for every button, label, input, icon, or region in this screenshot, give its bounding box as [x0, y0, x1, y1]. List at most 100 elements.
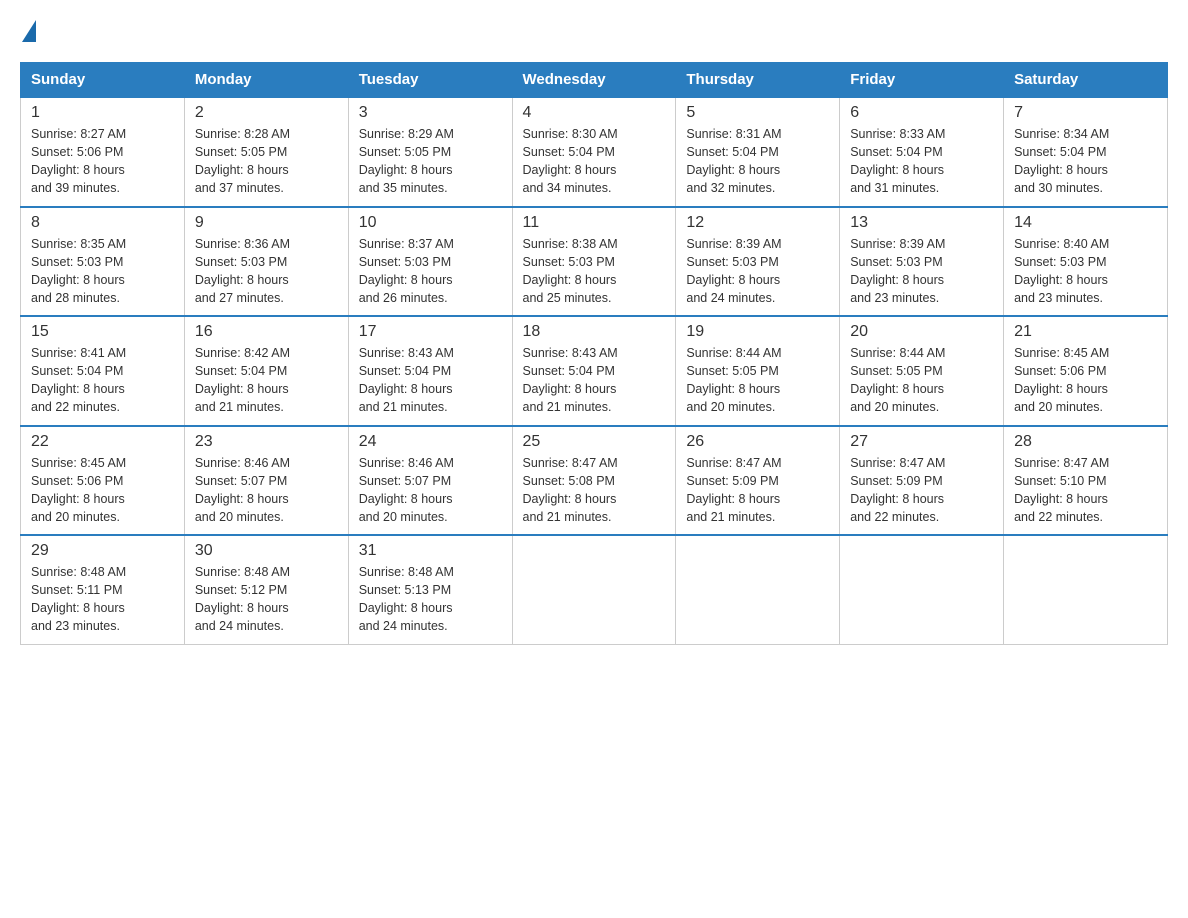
day-number: 15 [31, 323, 174, 341]
day-number: 25 [523, 433, 666, 451]
day-of-week-header: Sunday [21, 63, 185, 98]
calendar-day-cell: 22 Sunrise: 8:45 AM Sunset: 5:06 PM Dayl… [21, 426, 185, 536]
day-info: Sunrise: 8:47 AM Sunset: 5:08 PM Dayligh… [523, 454, 666, 527]
day-info: Sunrise: 8:27 AM Sunset: 5:06 PM Dayligh… [31, 125, 174, 198]
calendar-day-cell: 24 Sunrise: 8:46 AM Sunset: 5:07 PM Dayl… [348, 426, 512, 536]
day-info: Sunrise: 8:44 AM Sunset: 5:05 PM Dayligh… [850, 344, 993, 417]
day-info: Sunrise: 8:47 AM Sunset: 5:10 PM Dayligh… [1014, 454, 1157, 527]
day-info: Sunrise: 8:39 AM Sunset: 5:03 PM Dayligh… [850, 235, 993, 308]
calendar-day-cell: 11 Sunrise: 8:38 AM Sunset: 5:03 PM Dayl… [512, 207, 676, 317]
calendar-day-cell: 5 Sunrise: 8:31 AM Sunset: 5:04 PM Dayli… [676, 97, 840, 207]
day-info: Sunrise: 8:47 AM Sunset: 5:09 PM Dayligh… [686, 454, 829, 527]
day-info: Sunrise: 8:37 AM Sunset: 5:03 PM Dayligh… [359, 235, 502, 308]
day-number: 21 [1014, 323, 1157, 341]
day-of-week-header: Thursday [676, 63, 840, 98]
day-number: 28 [1014, 433, 1157, 451]
day-number: 23 [195, 433, 338, 451]
day-number: 6 [850, 104, 993, 122]
calendar-day-cell: 6 Sunrise: 8:33 AM Sunset: 5:04 PM Dayli… [840, 97, 1004, 207]
calendar-day-cell: 27 Sunrise: 8:47 AM Sunset: 5:09 PM Dayl… [840, 426, 1004, 536]
day-number: 8 [31, 214, 174, 232]
calendar-day-cell: 10 Sunrise: 8:37 AM Sunset: 5:03 PM Dayl… [348, 207, 512, 317]
day-number: 18 [523, 323, 666, 341]
day-info: Sunrise: 8:36 AM Sunset: 5:03 PM Dayligh… [195, 235, 338, 308]
day-of-week-header: Tuesday [348, 63, 512, 98]
day-number: 29 [31, 542, 174, 560]
day-number: 3 [359, 104, 502, 122]
day-number: 4 [523, 104, 666, 122]
day-number: 11 [523, 214, 666, 232]
calendar-day-cell: 23 Sunrise: 8:46 AM Sunset: 5:07 PM Dayl… [184, 426, 348, 536]
calendar-day-cell: 30 Sunrise: 8:48 AM Sunset: 5:12 PM Dayl… [184, 535, 348, 644]
day-number: 24 [359, 433, 502, 451]
day-info: Sunrise: 8:45 AM Sunset: 5:06 PM Dayligh… [31, 454, 174, 527]
calendar-day-cell: 20 Sunrise: 8:44 AM Sunset: 5:05 PM Dayl… [840, 316, 1004, 426]
calendar-day-cell: 9 Sunrise: 8:36 AM Sunset: 5:03 PM Dayli… [184, 207, 348, 317]
calendar-day-cell: 26 Sunrise: 8:47 AM Sunset: 5:09 PM Dayl… [676, 426, 840, 536]
calendar-day-cell [676, 535, 840, 644]
day-number: 1 [31, 104, 174, 122]
calendar-week-row: 29 Sunrise: 8:48 AM Sunset: 5:11 PM Dayl… [21, 535, 1168, 644]
calendar-week-row: 8 Sunrise: 8:35 AM Sunset: 5:03 PM Dayli… [21, 207, 1168, 317]
calendar-week-row: 1 Sunrise: 8:27 AM Sunset: 5:06 PM Dayli… [21, 97, 1168, 207]
day-info: Sunrise: 8:40 AM Sunset: 5:03 PM Dayligh… [1014, 235, 1157, 308]
calendar-day-cell: 7 Sunrise: 8:34 AM Sunset: 5:04 PM Dayli… [1004, 97, 1168, 207]
day-info: Sunrise: 8:48 AM Sunset: 5:12 PM Dayligh… [195, 563, 338, 636]
day-number: 12 [686, 214, 829, 232]
day-info: Sunrise: 8:31 AM Sunset: 5:04 PM Dayligh… [686, 125, 829, 198]
day-number: 30 [195, 542, 338, 560]
calendar-week-row: 22 Sunrise: 8:45 AM Sunset: 5:06 PM Dayl… [21, 426, 1168, 536]
day-info: Sunrise: 8:44 AM Sunset: 5:05 PM Dayligh… [686, 344, 829, 417]
calendar-day-cell: 13 Sunrise: 8:39 AM Sunset: 5:03 PM Dayl… [840, 207, 1004, 317]
day-number: 7 [1014, 104, 1157, 122]
logo-triangle-icon [22, 20, 36, 42]
day-info: Sunrise: 8:46 AM Sunset: 5:07 PM Dayligh… [195, 454, 338, 527]
day-info: Sunrise: 8:45 AM Sunset: 5:06 PM Dayligh… [1014, 344, 1157, 417]
calendar-day-cell: 1 Sunrise: 8:27 AM Sunset: 5:06 PM Dayli… [21, 97, 185, 207]
day-number: 13 [850, 214, 993, 232]
day-number: 10 [359, 214, 502, 232]
calendar-day-cell: 15 Sunrise: 8:41 AM Sunset: 5:04 PM Dayl… [21, 316, 185, 426]
day-info: Sunrise: 8:29 AM Sunset: 5:05 PM Dayligh… [359, 125, 502, 198]
day-number: 27 [850, 433, 993, 451]
day-number: 31 [359, 542, 502, 560]
calendar-day-cell: 12 Sunrise: 8:39 AM Sunset: 5:03 PM Dayl… [676, 207, 840, 317]
calendar-day-cell: 25 Sunrise: 8:47 AM Sunset: 5:08 PM Dayl… [512, 426, 676, 536]
calendar-day-cell [1004, 535, 1168, 644]
day-number: 17 [359, 323, 502, 341]
calendar-day-cell: 31 Sunrise: 8:48 AM Sunset: 5:13 PM Dayl… [348, 535, 512, 644]
day-number: 16 [195, 323, 338, 341]
day-info: Sunrise: 8:30 AM Sunset: 5:04 PM Dayligh… [523, 125, 666, 198]
day-info: Sunrise: 8:39 AM Sunset: 5:03 PM Dayligh… [686, 235, 829, 308]
calendar-day-cell: 19 Sunrise: 8:44 AM Sunset: 5:05 PM Dayl… [676, 316, 840, 426]
calendar-day-cell: 28 Sunrise: 8:47 AM Sunset: 5:10 PM Dayl… [1004, 426, 1168, 536]
page-header [20, 20, 1168, 42]
day-info: Sunrise: 8:42 AM Sunset: 5:04 PM Dayligh… [195, 344, 338, 417]
day-number: 2 [195, 104, 338, 122]
day-info: Sunrise: 8:35 AM Sunset: 5:03 PM Dayligh… [31, 235, 174, 308]
day-info: Sunrise: 8:41 AM Sunset: 5:04 PM Dayligh… [31, 344, 174, 417]
day-of-week-header: Saturday [1004, 63, 1168, 98]
calendar-table: SundayMondayTuesdayWednesdayThursdayFrid… [20, 62, 1168, 645]
day-number: 9 [195, 214, 338, 232]
day-number: 14 [1014, 214, 1157, 232]
day-of-week-header: Monday [184, 63, 348, 98]
day-of-week-header: Wednesday [512, 63, 676, 98]
calendar-day-cell: 16 Sunrise: 8:42 AM Sunset: 5:04 PM Dayl… [184, 316, 348, 426]
day-info: Sunrise: 8:46 AM Sunset: 5:07 PM Dayligh… [359, 454, 502, 527]
calendar-day-cell: 18 Sunrise: 8:43 AM Sunset: 5:04 PM Dayl… [512, 316, 676, 426]
day-info: Sunrise: 8:38 AM Sunset: 5:03 PM Dayligh… [523, 235, 666, 308]
day-info: Sunrise: 8:43 AM Sunset: 5:04 PM Dayligh… [359, 344, 502, 417]
calendar-day-cell: 21 Sunrise: 8:45 AM Sunset: 5:06 PM Dayl… [1004, 316, 1168, 426]
day-info: Sunrise: 8:34 AM Sunset: 5:04 PM Dayligh… [1014, 125, 1157, 198]
calendar-day-cell: 4 Sunrise: 8:30 AM Sunset: 5:04 PM Dayli… [512, 97, 676, 207]
day-number: 5 [686, 104, 829, 122]
calendar-day-cell: 3 Sunrise: 8:29 AM Sunset: 5:05 PM Dayli… [348, 97, 512, 207]
calendar-day-cell [840, 535, 1004, 644]
day-info: Sunrise: 8:47 AM Sunset: 5:09 PM Dayligh… [850, 454, 993, 527]
day-of-week-header: Friday [840, 63, 1004, 98]
calendar-header-row: SundayMondayTuesdayWednesdayThursdayFrid… [21, 63, 1168, 98]
calendar-week-row: 15 Sunrise: 8:41 AM Sunset: 5:04 PM Dayl… [21, 316, 1168, 426]
day-info: Sunrise: 8:33 AM Sunset: 5:04 PM Dayligh… [850, 125, 993, 198]
day-number: 26 [686, 433, 829, 451]
